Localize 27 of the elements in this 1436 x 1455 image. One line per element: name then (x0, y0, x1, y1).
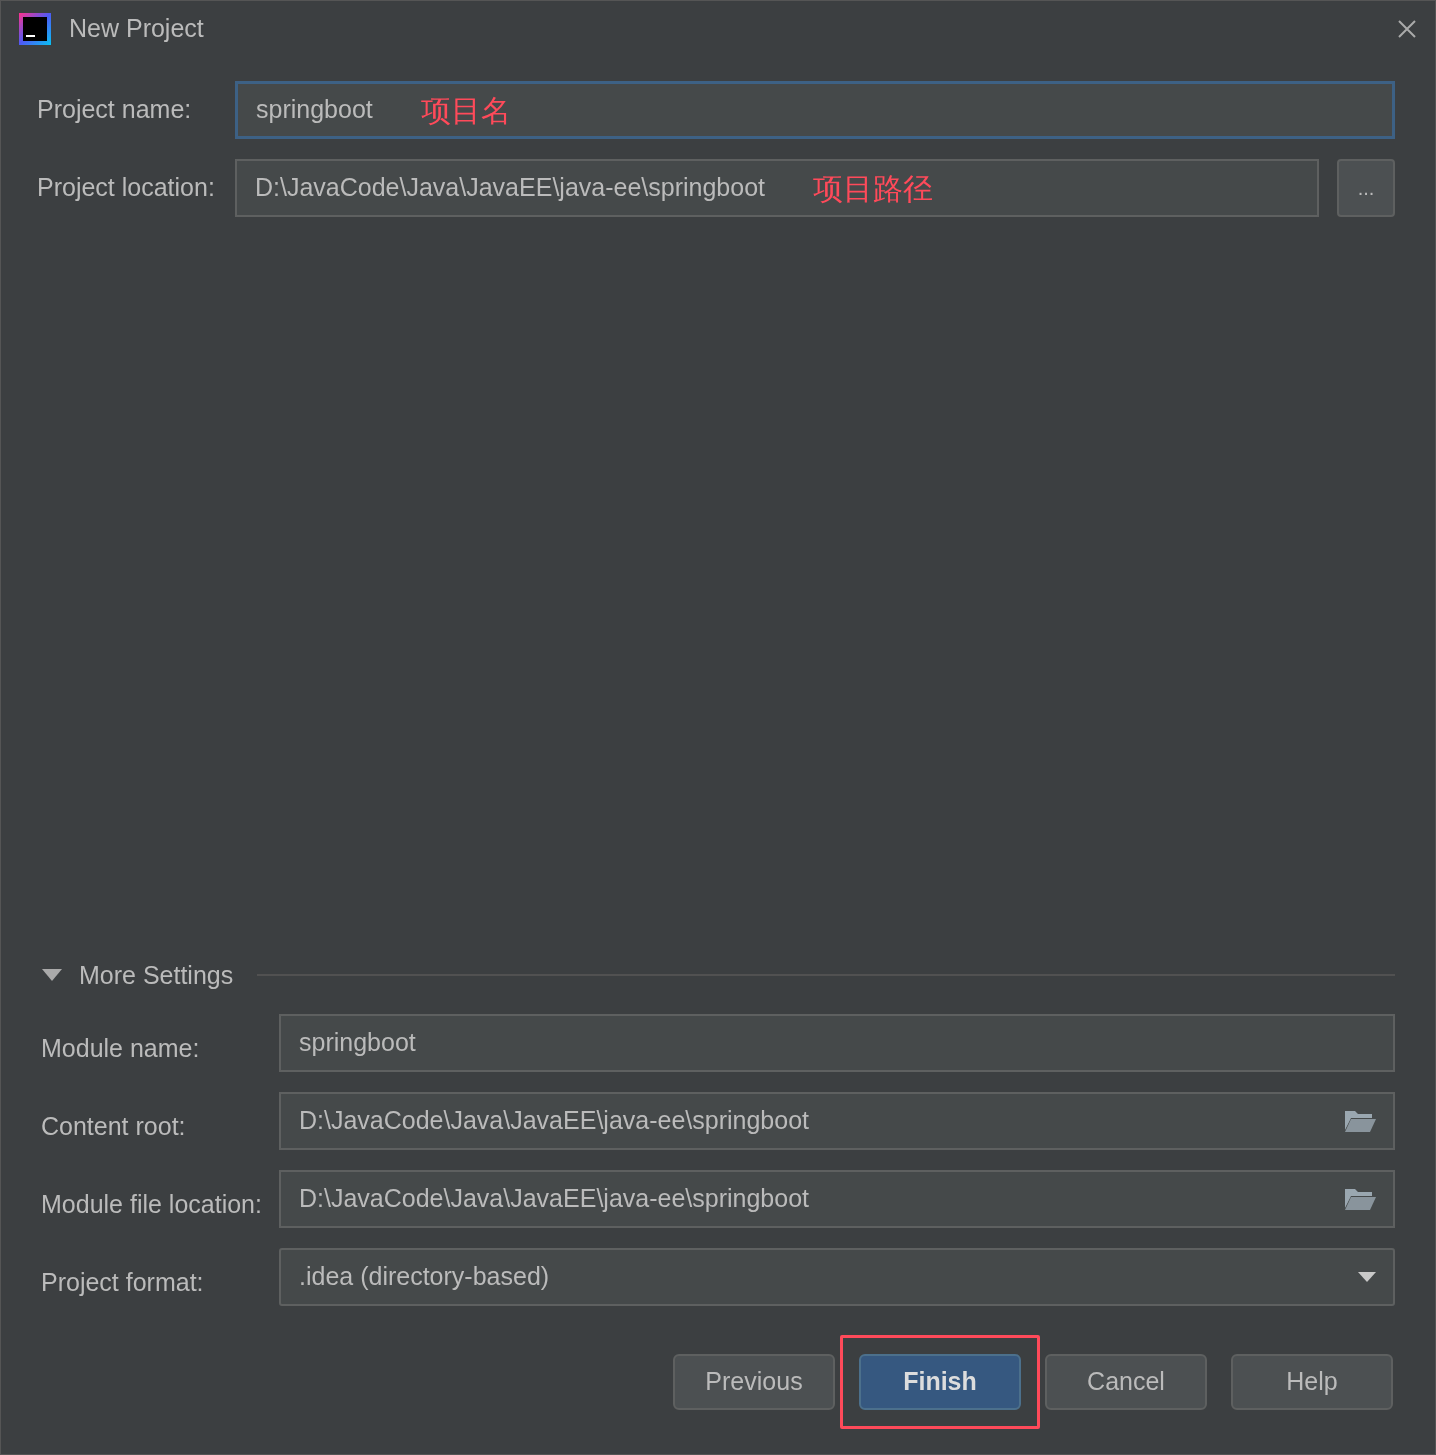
field-label: Project format: (41, 1267, 205, 1299)
close-icon[interactable] (1397, 19, 1417, 39)
collapse-triangle-icon[interactable] (41, 968, 63, 983)
annotation-text: 项目名 (420, 92, 511, 129)
folder-icon[interactable] (1343, 1108, 1377, 1134)
dialog-button[interactable]: Cancel (1045, 1354, 1207, 1410)
format-dropdown[interactable]: .idea (directory-based) (279, 1248, 1395, 1306)
text-field[interactable]: D:\JavaCode\Java\JavaEE\java-ee\springboot 项目路径 (235, 159, 1319, 217)
field-label: Content root: (41, 1111, 187, 1143)
module-name-field[interactable]: springboot (279, 1014, 1395, 1072)
dialog-button[interactable]: Previous (673, 1354, 835, 1410)
path-field[interactable]: D:\JavaCode\Java\JavaEE\java-ee\springboot (279, 1092, 1395, 1150)
browse-button[interactable]: ... (1337, 159, 1395, 217)
window-title: New Project (69, 13, 205, 45)
app-logo-icon (19, 13, 51, 45)
field-label: Module file location: (41, 1189, 263, 1221)
dialog-button[interactable]: Help (1231, 1354, 1393, 1410)
text-field[interactable]: springboot 项目名 (235, 81, 1395, 139)
field-label: Project name: (37, 94, 193, 126)
dialog-button[interactable]: Finish (859, 1354, 1021, 1410)
annotation-text: 项目路径 (813, 170, 933, 207)
dropdown-caret-icon (1357, 1271, 1377, 1283)
folder-icon[interactable] (1343, 1186, 1377, 1212)
field-label: Module name: (41, 1033, 201, 1065)
section-title[interactable]: More Settings (79, 956, 234, 994)
field-label: Project location: (37, 172, 216, 204)
path-field[interactable]: D:\JavaCode\Java\JavaEE\java-ee\springboot (279, 1170, 1395, 1228)
